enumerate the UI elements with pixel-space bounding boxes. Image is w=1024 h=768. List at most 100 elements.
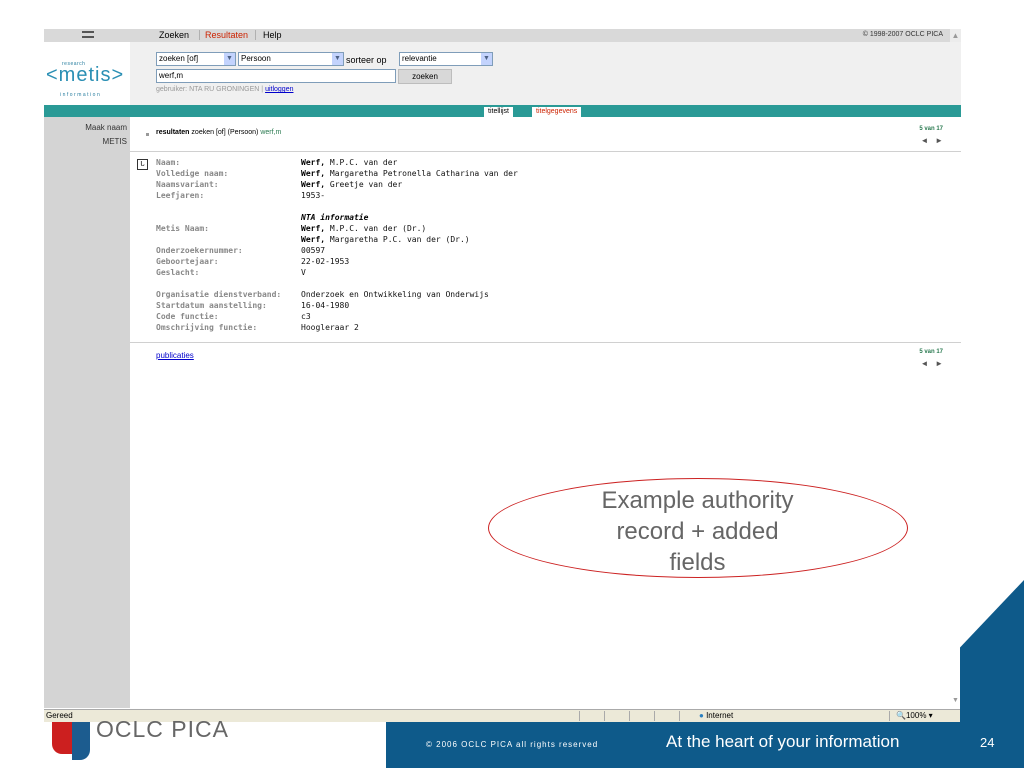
- chevron-down-icon: ▼: [481, 53, 492, 65]
- oclc-logo-mark: [72, 722, 90, 760]
- field-label: Volledige naam:: [156, 169, 229, 178]
- callout-line: Example authority: [601, 487, 794, 514]
- chevron-down-icon: ▼: [224, 53, 235, 65]
- result-counter: 5 van 17: [919, 126, 943, 132]
- next-arrow-icon[interactable]: ►: [935, 359, 943, 368]
- next-arrow-icon[interactable]: ►: [935, 136, 943, 145]
- field-value: Werf, Greetje van der: [301, 180, 403, 189]
- results-summary: resultaten zoeken [of] (Persoon) werf,m: [156, 129, 281, 136]
- sort-label: sorteer op: [346, 55, 387, 65]
- tab-titelgegevens[interactable]: titelgegevens: [532, 107, 582, 117]
- result-counter: 5 van 17: [919, 349, 943, 355]
- search-panel: zoeken [of] ▼ Persoon ▼ sorteer op relev…: [130, 42, 961, 105]
- footer-copyright: © 2006 OCLC PICA all rights reserved: [426, 740, 599, 749]
- tab-divider: [199, 30, 200, 40]
- status-divider: [604, 711, 605, 721]
- tab-divider: [255, 30, 256, 40]
- field-value: Hoogleraar 2: [301, 323, 359, 332]
- metis-logo: <metis>: [46, 64, 125, 86]
- oclc-pica-logo: OCLC PICA: [96, 716, 229, 742]
- status-text: Gereed: [46, 711, 73, 720]
- field-label: Organisatie dienstverband:: [156, 290, 282, 299]
- prev-arrow-icon[interactable]: ◄: [920, 359, 928, 368]
- top-strip: Zoeken Resultaten Help © 1998-2007 OCLC …: [44, 29, 961, 42]
- slide-number: 24: [980, 735, 995, 750]
- sidebar-item-metis[interactable]: METIS: [103, 137, 127, 146]
- status-divider: [579, 711, 580, 721]
- oclc-logo-mark: [52, 722, 72, 754]
- field-value: V: [301, 268, 306, 277]
- callout-line: fields: [669, 549, 726, 576]
- field-label: Omschrijving functie:: [156, 323, 258, 332]
- prev-arrow-icon[interactable]: ◄: [920, 136, 928, 145]
- callout-line: record + added: [616, 518, 779, 545]
- field-value: Werf, Margaretha Petronella Catharina va…: [301, 169, 518, 178]
- operator-value: zoeken [of]: [159, 54, 199, 63]
- field-label: Naam:: [156, 158, 181, 167]
- results-label: resultaten: [156, 129, 190, 136]
- field-value: c3: [301, 312, 311, 321]
- bullet-icon: [146, 133, 149, 136]
- sidebar-item-maak-naam[interactable]: Maak naam: [85, 123, 127, 132]
- scroll-down-arrow-icon[interactable]: ▼: [950, 697, 961, 708]
- pager-arrows: ◄ ►: [920, 136, 943, 145]
- scroll-up-arrow-icon[interactable]: ▲: [950, 29, 961, 42]
- divider: [130, 151, 961, 152]
- field-value: 1953-: [301, 191, 326, 200]
- decorative-wedge: [960, 580, 1024, 730]
- field-label: Naamsvariant:: [156, 180, 219, 189]
- logout-link[interactable]: uitloggen: [265, 86, 293, 93]
- chevron-down-icon: ▼: [332, 53, 343, 65]
- operator-select[interactable]: zoeken [of] ▼: [156, 52, 236, 66]
- status-divider: [679, 711, 680, 721]
- user-label: gebruiker: NTA RU GRONINGEN |: [156, 86, 264, 93]
- zoom-control[interactable]: 🔍100% ▾: [896, 711, 933, 720]
- record-detail-icon[interactable]: ᒐ: [137, 159, 148, 170]
- menu-icon[interactable]: [82, 31, 94, 38]
- sort-select[interactable]: relevantie ▼: [399, 52, 493, 66]
- tab-resultaten[interactable]: Resultaten: [205, 30, 248, 40]
- status-divider: [889, 711, 890, 721]
- search-input[interactable]: werf,m: [156, 69, 396, 83]
- field-value: 00597: [301, 246, 326, 255]
- sort-value: relevantie: [402, 54, 437, 63]
- tab-zoeken[interactable]: Zoeken: [159, 30, 189, 40]
- nta-heading: NTA informatie: [301, 213, 369, 222]
- logo-information-text: information: [60, 92, 102, 98]
- field-value: 22-02-1953: [301, 257, 350, 266]
- footer-tagline: At the heart of your information: [666, 732, 900, 751]
- index-select[interactable]: Persoon ▼: [238, 52, 344, 66]
- teal-bar-left: [44, 105, 130, 117]
- results-query: zoeken [of] (Persoon): [191, 129, 259, 136]
- field-value: Werf, M.P.C. van der (Dr.): [301, 224, 427, 233]
- logo-area: research <metis> information: [44, 42, 130, 105]
- field-value: Onderzoek en Ontwikkeling van Onderwijs: [301, 290, 489, 299]
- index-value: Persoon: [241, 54, 271, 63]
- field-label: Geboortejaar:: [156, 257, 219, 266]
- browser-window: Zoeken Resultaten Help © 1998-2007 OCLC …: [44, 29, 961, 722]
- globe-icon: ●: [699, 711, 704, 720]
- field-label: Code functie:: [156, 312, 219, 321]
- field-value: Werf, Margaretha P.C. van der (Dr.): [301, 235, 470, 244]
- callout-text: Example authority record + added fields: [570, 485, 825, 578]
- user-info: gebruiker: NTA RU GRONINGEN | uitloggen: [156, 86, 293, 93]
- field-label: Leefjaren:: [156, 191, 205, 200]
- field-label: Startdatum aanstelling:: [156, 301, 267, 310]
- magnifier-icon: 🔍: [896, 711, 906, 720]
- field-label: Metis Naam:: [156, 224, 209, 233]
- tab-help[interactable]: Help: [263, 30, 282, 40]
- tab-titellijst[interactable]: titellijst: [484, 107, 514, 117]
- field-label: Onderzoekernummer:: [156, 246, 243, 255]
- status-divider: [629, 711, 630, 721]
- publicaties-link[interactable]: publicaties: [156, 351, 194, 360]
- field-label: Geslacht:: [156, 268, 200, 277]
- pager-arrows: ◄ ►: [920, 359, 943, 368]
- field-value: Werf, M.P.C. van der: [301, 158, 398, 167]
- results-term: werf,m: [260, 129, 282, 136]
- divider: [130, 342, 961, 343]
- status-divider: [654, 711, 655, 721]
- security-zone: ● Internet: [699, 711, 734, 720]
- field-value: 16-04-1980: [301, 301, 350, 310]
- copyright-notice: © 1998-2007 OCLC PICA: [862, 31, 943, 38]
- search-button[interactable]: zoeken: [398, 69, 452, 84]
